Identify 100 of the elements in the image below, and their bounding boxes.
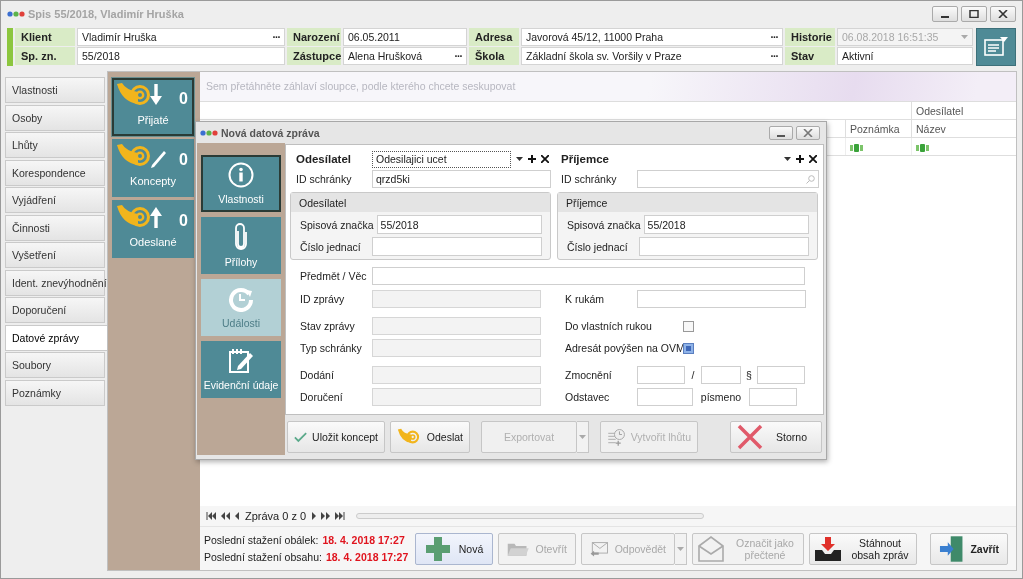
field-label: Doručení bbox=[300, 391, 344, 403]
input-field[interactable] bbox=[749, 388, 797, 406]
caret-icon bbox=[677, 546, 684, 551]
field-label: Zástupce bbox=[287, 47, 341, 65]
input-field[interactable] bbox=[701, 366, 741, 384]
message-count: 0 bbox=[179, 90, 188, 108]
dialog-button[interactable]: Storno bbox=[730, 421, 822, 453]
subject-field[interactable] bbox=[372, 267, 805, 285]
sidebar-tab[interactable]: Vyšetření bbox=[5, 242, 105, 268]
input-field[interactable]: 55/2018 bbox=[643, 215, 809, 234]
next-record-icon[interactable] bbox=[311, 512, 317, 520]
toolbar-button[interactable]: Stáhnout obsah zpráv bbox=[809, 532, 917, 565]
app-logo-icon bbox=[7, 8, 25, 19]
sidebar-tab[interactable]: Činnosti bbox=[5, 214, 105, 241]
mailbox-tile[interactable]: 0 Odeslané bbox=[112, 200, 194, 258]
field-value[interactable]: Alena Hrušková ··· bbox=[343, 47, 467, 65]
field-label: Škola bbox=[469, 47, 519, 65]
open-envelope-icon bbox=[697, 535, 725, 562]
input-field[interactable] bbox=[637, 170, 819, 188]
previous-record-icon[interactable] bbox=[235, 512, 240, 520]
previous-page-icon[interactable] bbox=[221, 512, 230, 520]
field-label: písmeno bbox=[699, 391, 743, 403]
input-field[interactable]: 55/2018 bbox=[376, 215, 542, 234]
sidebar-tab[interactable]: Datové zprávy bbox=[5, 324, 107, 351]
field-label: Stav zprávy bbox=[300, 320, 356, 332]
sidebar-tab[interactable]: Lhůty bbox=[5, 132, 105, 158]
form-menu-icon bbox=[984, 37, 1008, 57]
minimize-icon bbox=[941, 15, 949, 18]
column-header[interactable]: Název bbox=[911, 120, 1016, 137]
status-value: 18. 4. 2018 17:27 bbox=[322, 534, 405, 546]
caret-icon bbox=[516, 157, 523, 161]
field-value[interactable]: Základní škola sv. Voršily v Praze ··· bbox=[521, 47, 783, 65]
field-label: Spisová značka bbox=[300, 218, 375, 231]
toolbar-button[interactable]: Zavřít bbox=[930, 532, 1008, 565]
field-label: Spisová značka bbox=[567, 218, 642, 231]
input-field[interactable] bbox=[637, 290, 806, 308]
app-logo-icon bbox=[200, 127, 218, 138]
plus-icon bbox=[528, 155, 536, 163]
group-title: Odesílatel bbox=[291, 193, 550, 212]
close-button[interactable] bbox=[990, 5, 1016, 22]
info-icon bbox=[228, 162, 254, 188]
sidebar-tab[interactable]: Soubory bbox=[5, 352, 105, 378]
minimize-button[interactable] bbox=[769, 125, 793, 140]
input-field[interactable] bbox=[372, 237, 542, 256]
mail-horn-icon bbox=[116, 143, 166, 169]
group-hint: Sem přetáhněte záhlaví sloupce, podle kterého chcete seskupovat bbox=[206, 80, 516, 92]
field-value[interactable]: Vladimír Hruška ··· bbox=[77, 28, 285, 46]
field-label: Dodání bbox=[300, 369, 335, 381]
sidebar-tab[interactable]: Korespondence bbox=[5, 159, 105, 186]
last-record-icon[interactable] bbox=[335, 512, 346, 520]
status-stripe bbox=[7, 28, 13, 66]
next-page-icon[interactable] bbox=[321, 512, 331, 520]
input-field[interactable]: qrzd5ki bbox=[372, 170, 551, 188]
field-label: Adresa bbox=[469, 28, 519, 46]
layout-menu-button[interactable] bbox=[976, 28, 1016, 66]
dialog-button[interactable]: Odeslat bbox=[390, 421, 470, 453]
field-value[interactable]: Aktivní bbox=[837, 47, 973, 65]
notepad-pencil-icon bbox=[228, 348, 254, 374]
field-label: Typ schránky bbox=[300, 342, 363, 354]
mailbox-tile[interactable]: 0 Přijaté bbox=[112, 78, 194, 136]
status-label: Poslední stažení obsahu: bbox=[204, 551, 322, 563]
column-header[interactable]: Poznámka bbox=[845, 120, 911, 137]
column-group-header: Odesílatel bbox=[911, 102, 1016, 119]
plus-icon bbox=[424, 534, 452, 563]
field-value[interactable]: 55/2018 bbox=[77, 47, 285, 65]
toolbar-button[interactable]: Nová bbox=[415, 532, 493, 565]
field-label: Číslo jednací bbox=[567, 240, 629, 253]
status-label: Poslední stažení obálek: bbox=[204, 534, 319, 546]
input-field[interactable] bbox=[757, 366, 805, 384]
maximize-button[interactable] bbox=[961, 5, 987, 22]
input-field[interactable] bbox=[637, 388, 693, 406]
mailbox-tile[interactable]: 0 Koncepty bbox=[112, 139, 194, 197]
window-title: Spis 55/2018, Vladimír Hruška bbox=[28, 7, 184, 20]
field-label: Narození bbox=[287, 28, 341, 46]
caret-icon bbox=[579, 435, 586, 439]
sidebar-tab[interactable]: Doporučení bbox=[5, 297, 105, 323]
first-record-icon[interactable] bbox=[206, 512, 216, 520]
field-label: Stav bbox=[785, 47, 835, 65]
close-icon bbox=[737, 424, 763, 450]
close-icon bbox=[541, 155, 549, 163]
paragraph-sign: § bbox=[745, 369, 753, 381]
minimize-button[interactable] bbox=[932, 5, 958, 22]
sidebar-tab[interactable]: Osoby bbox=[5, 104, 105, 131]
sidebar-tab[interactable]: Vyjádření bbox=[5, 187, 105, 213]
sidebar-tab[interactable]: Ident. znevýhodnění bbox=[5, 269, 105, 296]
dialog-tab[interactable]: Evidenční údaje bbox=[201, 341, 281, 398]
status-value: 18. 4. 2018 17:27 bbox=[325, 551, 409, 563]
field-value[interactable]: Javorová 45/12, 11000 Praha ··· bbox=[521, 28, 783, 46]
field-value[interactable]: 06.05.2011 bbox=[343, 28, 467, 46]
sidebar-tab[interactable]: Vlastnosti bbox=[5, 77, 105, 103]
dialog-button[interactable]: Uložit koncept bbox=[287, 421, 385, 453]
input-field[interactable] bbox=[639, 237, 809, 256]
dialog-tab[interactable]: Přílohy bbox=[201, 217, 281, 274]
exit-door-icon bbox=[939, 534, 965, 563]
dialog-tab[interactable]: Vlastnosti bbox=[201, 155, 281, 212]
sidebar-tab[interactable]: Poznámky bbox=[5, 379, 105, 406]
input-field[interactable] bbox=[637, 366, 685, 384]
field-label: Klient bbox=[15, 28, 75, 46]
close-icon bbox=[809, 155, 817, 163]
close-icon bbox=[803, 128, 813, 137]
